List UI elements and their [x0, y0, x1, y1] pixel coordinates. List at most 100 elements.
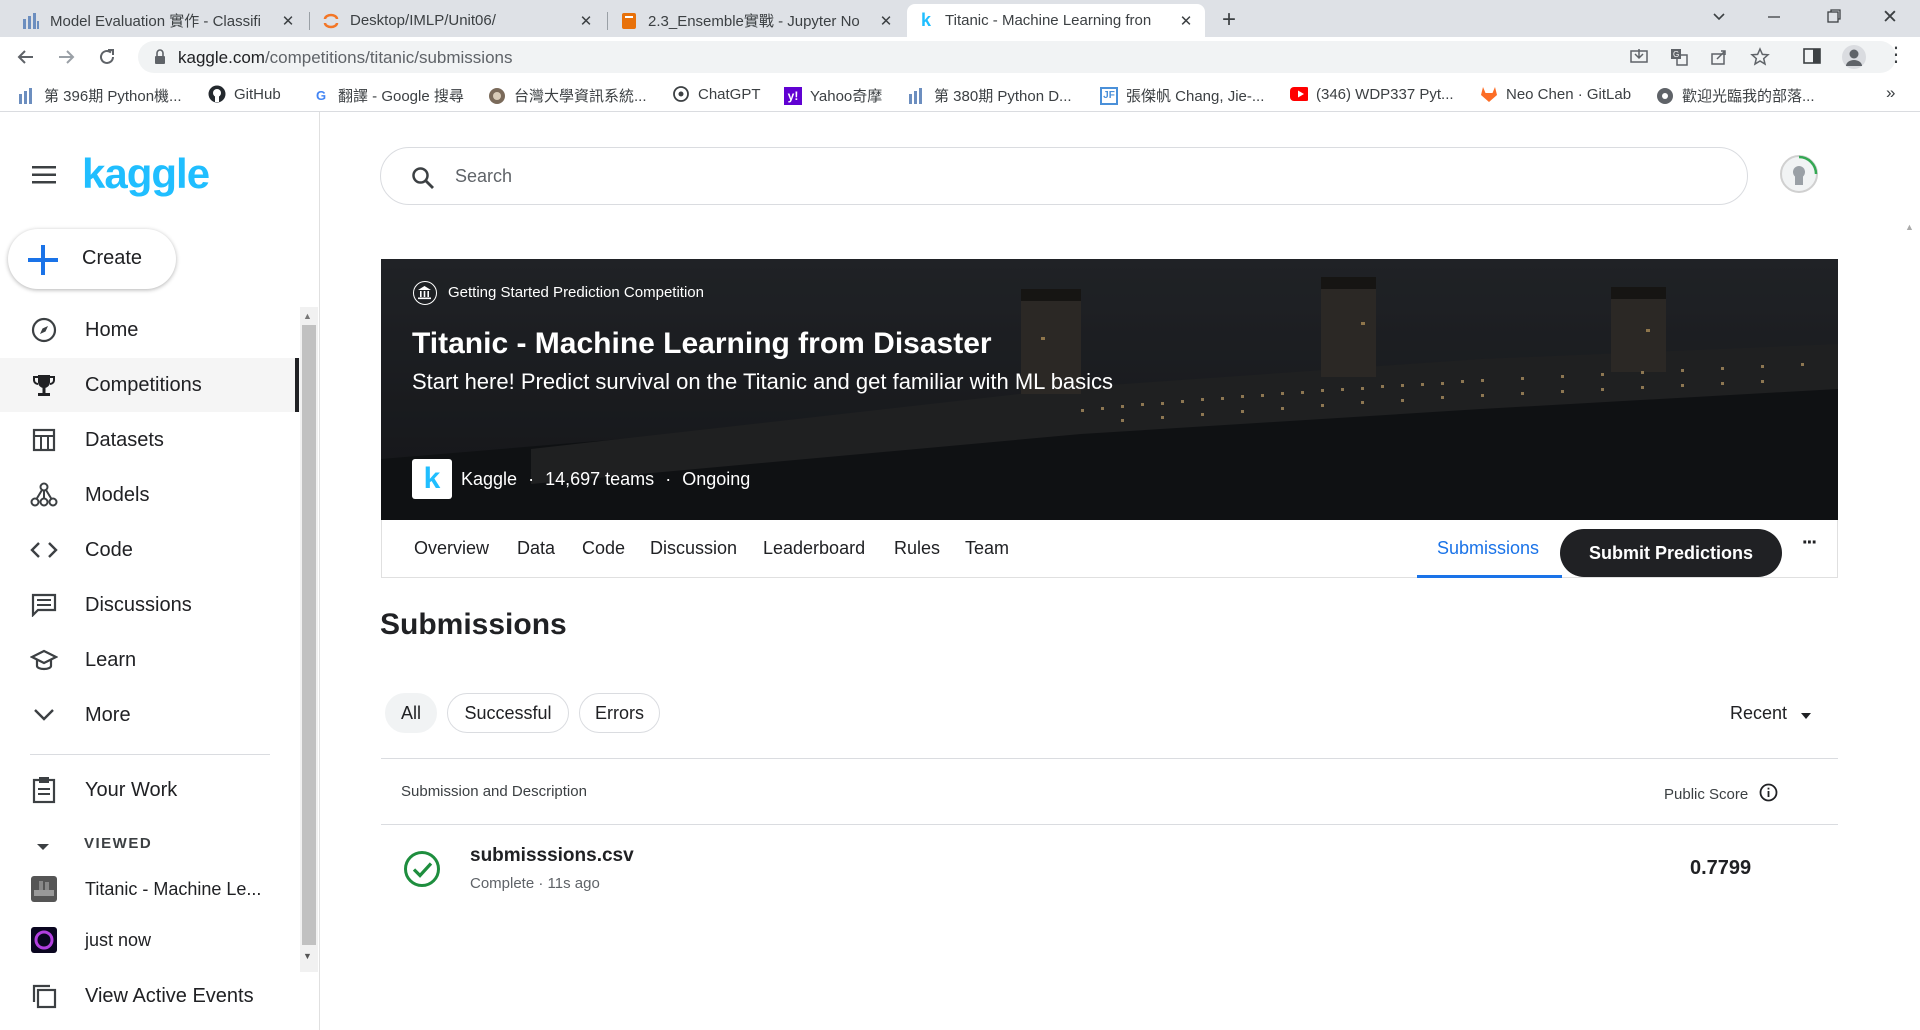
- gitlab-icon: [1480, 85, 1498, 103]
- jupyter-icon: [322, 12, 340, 30]
- scroll-up-arrow-icon[interactable]: ▲: [303, 311, 312, 321]
- competition-subtitle: Start here! Predict survival on the Tita…: [412, 369, 1114, 394]
- bookmark-item[interactable]: 第 396期 Python機...: [18, 85, 182, 106]
- caret-down-icon[interactable]: [36, 839, 50, 857]
- close-icon[interactable]: ✕: [577, 12, 595, 30]
- bookmarks-overflow-button[interactable]: »: [1886, 83, 1895, 103]
- minimize-icon[interactable]: [1766, 8, 1782, 29]
- bookmark-item[interactable]: 歡迎光臨我的部落...: [1656, 85, 1815, 106]
- tab-submissions[interactable]: Submissions: [1437, 538, 1539, 559]
- profile-avatar-icon[interactable]: [1842, 45, 1866, 69]
- host-name[interactable]: Kaggle: [461, 469, 517, 489]
- browser-tab-model-evaluation[interactable]: Model Evaluation 實作 - Classifi ✕: [12, 4, 307, 37]
- tab-title: Titanic - Machine Learning fron: [945, 12, 1152, 29]
- browser-tab-strip: Model Evaluation 實作 - Classifi ✕ Desktop…: [0, 0, 1920, 37]
- create-button[interactable]: Create: [8, 229, 176, 289]
- bookmark-item[interactable]: G 翻譯 - Google 搜尋: [312, 85, 464, 106]
- tab-overview[interactable]: Overview: [414, 538, 489, 559]
- column-header-public-score: Public Score: [1664, 783, 1778, 806]
- tab-code[interactable]: Code: [582, 538, 625, 559]
- tab-team[interactable]: Team: [965, 538, 1009, 559]
- sidebar-item-competitions[interactable]: Competitions: [0, 358, 300, 412]
- window-close-icon[interactable]: ✕: [1882, 6, 1898, 29]
- sidebar-item-your-work[interactable]: Your Work: [0, 763, 300, 817]
- sidebar-item-more[interactable]: More: [0, 688, 300, 742]
- filter-chip-errors[interactable]: Errors: [579, 693, 660, 733]
- close-icon[interactable]: ✕: [1177, 12, 1195, 30]
- kaggle-k-icon: k: [920, 10, 931, 30]
- search-icon: [411, 166, 435, 195]
- share-icon[interactable]: [1710, 48, 1728, 71]
- browser-tab-desktop-imlp[interactable]: Desktop/IMLP/Unit06/ ✕: [312, 4, 605, 37]
- kaggle-logo[interactable]: kaggle: [82, 150, 210, 198]
- viewed-item-titanic[interactable]: Titanic - Machine Le...: [0, 866, 300, 912]
- bookmark-item[interactable]: GitHub: [208, 85, 281, 103]
- bookmark-item[interactable]: ChatGPT: [672, 85, 761, 103]
- tab-title: Model Evaluation 實作 - Classifi: [50, 13, 261, 30]
- close-icon[interactable]: ✕: [279, 12, 297, 30]
- user-avatar[interactable]: [1780, 155, 1818, 193]
- sidebar-item-datasets[interactable]: Datasets: [0, 413, 300, 467]
- sidebar-item-label: Home: [85, 318, 139, 341]
- bookmark-item[interactable]: 第 380期 Python D...: [908, 85, 1072, 106]
- back-arrow-icon[interactable]: [16, 47, 36, 72]
- meta-separator: ·: [665, 469, 672, 489]
- sidebar-item-learn[interactable]: Learn: [0, 633, 300, 687]
- sidebar-scrollbar-thumb[interactable]: [302, 325, 316, 945]
- scroll-up-arrow-icon[interactable]: ▲: [1905, 222, 1914, 232]
- sidebar-item-code[interactable]: Code: [0, 523, 300, 577]
- sidebar-item-label: Models: [85, 483, 150, 506]
- active-tab-indicator: [1417, 575, 1562, 578]
- table-row[interactable]: submisssions.csv Complete · 11s ago 0.77…: [381, 825, 1838, 925]
- code-icon: [30, 536, 58, 564]
- sidebar-item-discussions[interactable]: Discussions: [0, 578, 300, 632]
- bookmark-label: GitHub: [234, 85, 281, 103]
- sidebar-item-models[interactable]: Models: [0, 468, 300, 522]
- bookmark-item[interactable]: Neo Chen · GitLab: [1480, 85, 1631, 103]
- bookmark-label: 台灣大學資訊系統...: [514, 88, 647, 105]
- filter-chip-all[interactable]: All: [385, 693, 437, 733]
- tab-discussion[interactable]: Discussion: [650, 538, 737, 559]
- viewed-item-recent[interactable]: just now: [0, 917, 300, 963]
- translate-icon[interactable]: G: [1670, 48, 1688, 71]
- more-options-icon[interactable]: ···: [1802, 532, 1818, 555]
- hamburger-menu-icon[interactable]: [32, 166, 56, 189]
- address-bar[interactable]: kaggle.com/competitions/titanic/submissi…: [138, 41, 1896, 73]
- reload-icon[interactable]: [97, 47, 117, 72]
- bookmark-label: 張傑帆 Chang, Jie-...: [1126, 88, 1265, 105]
- submit-predictions-button[interactable]: Submit Predictions: [1560, 529, 1782, 577]
- new-tab-button[interactable]: +: [1222, 6, 1236, 34]
- side-panel-icon[interactable]: [1803, 47, 1821, 70]
- page-scrollbar[interactable]: ▲: [1900, 212, 1920, 1030]
- view-active-events-link[interactable]: View Active Events: [0, 969, 300, 1023]
- sidebar-item-home[interactable]: Home: [0, 303, 300, 357]
- search-bar[interactable]: Search: [380, 147, 1748, 205]
- tab-leaderboard[interactable]: Leaderboard: [763, 538, 865, 559]
- install-icon[interactable]: [1630, 48, 1648, 71]
- lock-icon[interactable]: [154, 49, 166, 70]
- tab-rules[interactable]: Rules: [894, 538, 940, 559]
- tab-search-chevron-icon[interactable]: [1711, 8, 1727, 29]
- submissions-table: Submission and Description Public Score …: [381, 758, 1838, 938]
- bookmark-item[interactable]: 台灣大學資訊系統...: [488, 85, 647, 106]
- sort-dropdown[interactable]: Recent: [1730, 703, 1812, 724]
- bookmark-item[interactable]: y! Yahoo奇摩: [784, 85, 882, 106]
- clipboard-icon: [30, 776, 58, 804]
- ring-thumbnail: [30, 926, 58, 954]
- forward-arrow-icon[interactable]: [56, 47, 76, 72]
- browser-tab-titanic[interactable]: k Titanic - Machine Learning fron ✕: [907, 4, 1205, 37]
- tab-data[interactable]: Data: [517, 538, 555, 559]
- info-icon[interactable]: [1759, 783, 1778, 806]
- bookmark-item[interactable]: JF 張傑帆 Chang, Jie-...: [1100, 85, 1264, 106]
- compass-icon: [30, 316, 58, 344]
- bookmark-item[interactable]: (346) WDP337 Pyt...: [1290, 85, 1454, 103]
- chrome-menu-icon[interactable]: ⋮: [1886, 45, 1906, 65]
- restore-icon[interactable]: [1826, 8, 1842, 29]
- close-icon[interactable]: ✕: [877, 12, 895, 30]
- filter-chip-successful[interactable]: Successful: [447, 693, 569, 733]
- browser-tab-ensemble-notebook[interactable]: 2.3_Ensemble實戰 - Jupyter No ✕: [610, 4, 905, 37]
- bookmark-label: 歡迎光臨我的部落...: [1682, 88, 1815, 105]
- scroll-down-arrow-icon[interactable]: ▼: [303, 951, 312, 961]
- bookmark-star-icon[interactable]: [1750, 47, 1770, 72]
- submission-filename[interactable]: submisssions.csv: [470, 845, 634, 867]
